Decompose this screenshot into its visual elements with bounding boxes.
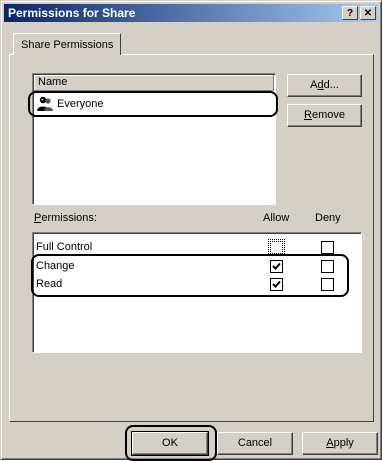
full-control-deny-checkbox[interactable] [321,241,334,254]
permissions-label-text: ermissions: [41,212,97,224]
read-allow-checkbox[interactable] [270,278,283,291]
add-button-label-post: d... [323,79,339,91]
name-list[interactable]: Name Everyone [32,73,276,205]
apply-button-label-post: pply [333,437,354,449]
help-button[interactable]: ? [342,6,358,20]
permission-name: Change [36,260,75,272]
checkmark-icon [272,262,281,270]
read-deny-checkbox[interactable] [321,278,334,291]
remove-button-mnemonic: R [304,109,312,121]
remove-button[interactable]: Remove [287,104,362,127]
window-title: Permissions for Share [8,6,136,20]
change-deny-checkbox[interactable] [321,260,334,273]
allow-column-header: Allow [263,212,290,224]
add-button[interactable]: Add... [287,74,362,97]
permission-row-change: Change [36,259,346,275]
title-bar[interactable]: Permissions for Share ? ✕ [4,4,378,22]
full-control-allow-checkbox[interactable] [268,239,285,256]
permissions-label: Permissions: [34,212,97,224]
change-allow-checkbox[interactable] [270,260,283,273]
permissions-list: Full Control Change Read [32,232,362,353]
close-button[interactable]: ✕ [360,6,376,20]
remove-button-label-post: emove [311,109,345,121]
permission-row-read: Read [36,277,346,293]
permission-row-full-control: Full Control [36,239,346,256]
apply-button-mnemonic: A [326,437,334,449]
apply-button[interactable]: Apply [302,432,378,455]
name-column-header[interactable]: Name [34,75,274,91]
deny-column-header: Deny [315,212,341,224]
checkmark-icon [272,280,281,288]
users-group-icon [37,96,53,111]
permission-name: Read [36,278,63,290]
list-item-label: Everyone [57,98,104,110]
cancel-button[interactable]: Cancel [217,432,293,455]
tab-share-permissions[interactable]: Share Permissions [13,33,121,55]
permissions-dialog: Permissions for Share ? ✕ Share Permissi… [0,0,382,461]
permission-name: Full Control [36,241,93,253]
ok-button[interactable]: OK [131,431,209,456]
